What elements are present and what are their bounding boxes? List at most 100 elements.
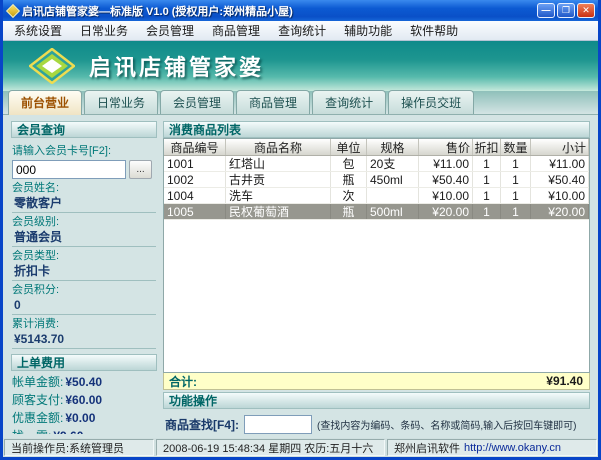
cell-spec: 450ml: [367, 172, 419, 187]
cell-subtotal: ¥10.00: [531, 188, 589, 203]
member-points-label: 会员积分:: [12, 284, 60, 296]
member-points-field: 会员积分: 0: [12, 284, 156, 315]
member-type-value: 折扣卡: [12, 263, 156, 281]
vendor-name: 郑州启讯软件: [394, 442, 460, 455]
menu-query-statistics[interactable]: 查询统计: [269, 20, 335, 41]
member-type-label: 会员类型:: [12, 250, 60, 262]
status-operator: 当前操作员:系统管理员: [4, 439, 154, 456]
brand-logo-icon: [29, 48, 75, 84]
change-label: 找 零:: [12, 429, 51, 434]
cell-price: ¥11.00: [419, 156, 473, 171]
cell-product-code: 1001: [164, 156, 226, 171]
menu-member-management[interactable]: 会员管理: [137, 20, 203, 41]
member-name-field: 会员姓名: 零散客户: [12, 182, 156, 213]
cell-unit: 包: [331, 156, 367, 171]
cell-discount: 1: [473, 204, 501, 219]
table-row-selected[interactable]: 1005 民权葡萄酒 瓶 500ml ¥20.00 1 1 ¥20.00: [164, 204, 589, 220]
col-header-price: 售价: [419, 139, 473, 155]
titlebar: 启讯店铺管家婆—标准版 V1.0 (授权用户:郑州精品小屋) — ❐ ✕: [3, 0, 598, 21]
col-header-quantity: 数量: [501, 139, 531, 155]
menu-software-help[interactable]: 软件帮助: [401, 20, 467, 41]
total-value: ¥91.40: [546, 374, 583, 388]
app-logo-icon: [5, 3, 21, 18]
cell-product-name: 古井贡: [226, 172, 331, 187]
goods-list-header: 消费商品列表: [163, 121, 590, 138]
browse-button[interactable]: ...: [129, 160, 152, 179]
change-value: ¥9.60: [53, 429, 83, 434]
cell-product-code: 1002: [164, 172, 226, 187]
tab-daily-business[interactable]: 日常业务: [84, 90, 159, 114]
menu-daily-business[interactable]: 日常业务: [71, 20, 137, 41]
cell-subtotal: ¥20.00: [531, 204, 589, 219]
cell-spec: 500ml: [367, 204, 419, 219]
table-row[interactable]: 1004 洗车 次 ¥10.00 1 1 ¥10.00: [164, 188, 589, 204]
total-consumption-field: 累计消费: ¥5143.70: [12, 318, 156, 349]
cell-price: ¥10.00: [419, 188, 473, 203]
cell-unit: 次: [331, 188, 367, 203]
tab-operator-shift[interactable]: 操作员交班: [388, 90, 475, 114]
close-button[interactable]: ✕: [577, 3, 595, 18]
discount-amount-label: 优惠金额:: [12, 411, 64, 425]
table-row[interactable]: 1001 红塔山 包 20支 ¥11.00 1 1 ¥11.00: [164, 156, 589, 172]
tabstrip: 前台营业 日常业务 会员管理 商品管理 查询统计 操作员交班: [3, 90, 598, 115]
total-label: 合计:: [169, 374, 197, 389]
col-header-product-name: 商品名称: [226, 139, 331, 155]
tab-member-management[interactable]: 会员管理: [160, 90, 235, 114]
bill-amount-row: 帐单金额: ¥50.40: [12, 375, 156, 389]
total-consumption-value: ¥5143.70: [12, 331, 156, 349]
menu-auxiliary-functions[interactable]: 辅助功能: [335, 20, 401, 41]
tab-product-management[interactable]: 商品管理: [236, 90, 311, 114]
cell-quantity: 1: [501, 188, 531, 203]
cell-quantity: 1: [501, 204, 531, 219]
cell-quantity: 1: [501, 172, 531, 187]
card-number-input[interactable]: [12, 160, 126, 179]
vendor-url[interactable]: http://www.okany.cn: [464, 442, 561, 454]
function-ops-header: 功能操作: [163, 392, 590, 409]
col-header-subtotal: 小计: [531, 139, 589, 155]
customer-paid-value: ¥60.00: [65, 393, 103, 407]
member-name-value: 零散客户: [12, 195, 156, 213]
cell-product-code: 1004: [164, 188, 226, 203]
menubar: 系统设置 日常业务 会员管理 商品管理 查询统计 辅助功能 软件帮助: [3, 21, 598, 41]
table-row[interactable]: 1002 古井贡 瓶 450ml ¥50.40 1 1 ¥50.40: [164, 172, 589, 188]
window-title: 启讯店铺管家婆—标准版 V1.0 (授权用户:郑州精品小屋): [22, 5, 293, 18]
product-search-label: 商品查找[F4]:: [165, 418, 239, 432]
member-level-label: 会员级别:: [12, 216, 60, 228]
bill-amount-value: ¥50.40: [65, 375, 103, 389]
col-header-spec: 规格: [367, 139, 419, 155]
minimize-button[interactable]: —: [537, 3, 555, 18]
tab-front-desk[interactable]: 前台营业: [8, 90, 83, 115]
col-header-discount: 折扣: [473, 139, 501, 155]
discount-amount-row: 优惠金额: ¥0.00: [12, 411, 156, 425]
cell-spec: 20支: [367, 156, 419, 171]
cell-product-name: 民权葡萄酒: [226, 204, 331, 219]
cell-discount: 1: [473, 188, 501, 203]
customer-paid-label: 顾客支付:: [12, 393, 64, 407]
cell-unit: 瓶: [331, 204, 367, 219]
cell-subtotal: ¥11.00: [531, 156, 589, 171]
goods-panel: 消费商品列表 商品编号 商品名称 单位 规格 售价 折扣 数量 小计 1001 …: [163, 121, 590, 434]
cell-spec: [367, 188, 419, 203]
cell-discount: 1: [473, 156, 501, 171]
member-points-value: 0: [12, 297, 156, 315]
maximize-button[interactable]: ❐: [557, 3, 575, 18]
card-number-label: 请输入会员卡号[F2]:: [12, 145, 112, 157]
cell-price: ¥20.00: [419, 204, 473, 219]
cell-product-code: 1005: [164, 204, 226, 219]
last-order-header: 上单费用: [11, 354, 157, 371]
menu-product-management[interactable]: 商品管理: [203, 20, 269, 41]
cell-product-name: 红塔山: [226, 156, 331, 171]
brand-banner: 启讯店铺管家婆: [3, 41, 598, 91]
tab-query-statistics[interactable]: 查询统计: [312, 90, 387, 114]
product-search-input[interactable]: [244, 415, 312, 434]
cell-subtotal: ¥50.40: [531, 172, 589, 187]
col-header-product-code: 商品编号: [164, 139, 226, 155]
product-search-row: 商品查找[F4]: (查找内容为编码、条码、名称或简码,输入后按回车键即可): [163, 409, 590, 434]
menu-system-settings[interactable]: 系统设置: [5, 20, 71, 41]
table-empty-area: [164, 220, 589, 372]
search-hint: (查找内容为编码、条码、名称或简码,输入后按回车键即可): [317, 421, 577, 432]
member-type-field: 会员类型: 折扣卡: [12, 250, 156, 281]
customer-paid-row: 顾客支付: ¥60.00: [12, 393, 156, 407]
cell-unit: 瓶: [331, 172, 367, 187]
cell-discount: 1: [473, 172, 501, 187]
